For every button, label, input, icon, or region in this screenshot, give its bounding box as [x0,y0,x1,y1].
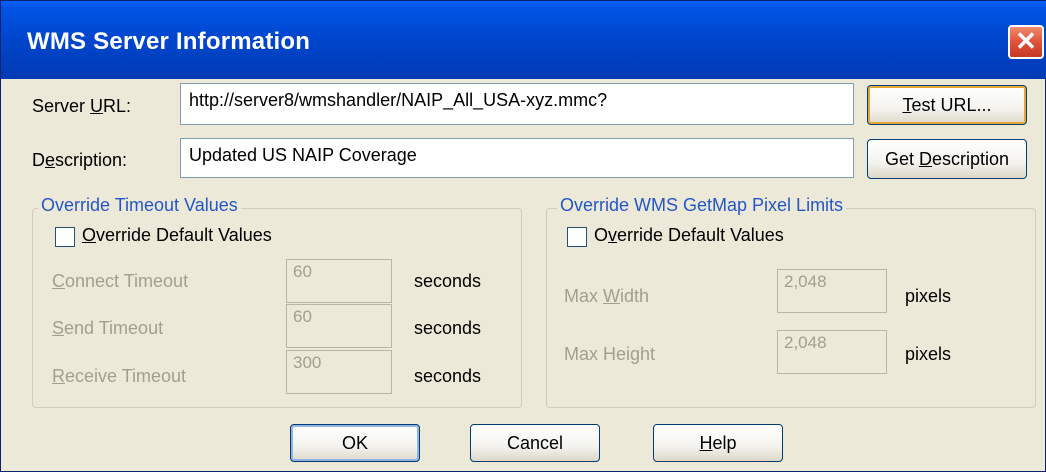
max-width-input[interactable]: 2,048 [777,269,887,313]
receive-timeout-label: Receive Timeout [52,366,186,387]
timeout-override-checkbox[interactable] [55,227,75,247]
max-width-pre: Max [564,286,604,306]
pixel-override-mnemonic: v [608,225,618,245]
get-description-post: escription [931,149,1010,169]
max-height-unit: pixels [905,344,952,364]
title-bar[interactable]: WMS Server Information ✕ [1,1,1046,79]
test-url-label: est URL... [911,95,992,115]
window-title: WMS Server Information [27,28,311,55]
description-label-mnemonic: e [45,150,56,170]
send-timeout-text: end Timeout [64,318,164,338]
get-description-pre: Get [884,149,919,169]
server-url-input[interactable]: http://server8/wmshandler/NAIP_All_USA-x… [180,83,854,125]
cancel-button[interactable]: Cancel [470,424,600,462]
max-width-mnemonic: W [603,286,621,306]
server-url-label: Server URL: [32,96,131,117]
receive-timeout-input[interactable]: 300 [286,350,392,394]
connect-timeout-unit: seconds [414,271,482,291]
send-timeout-mnemonic: S [52,318,65,338]
wms-server-dialog: WMS Server Information ✕ Server URL: htt… [0,0,1046,472]
description-input[interactable]: Updated US NAIP Coverage [180,138,854,178]
get-description-mnemonic: D [918,149,932,169]
description-label: Description: [32,150,127,171]
ok-button[interactable]: OK [290,424,420,462]
timeout-override-mnemonic: O [82,225,97,245]
server-url-label-post: RL: [103,96,132,116]
pixel-override-label[interactable]: Override Default Values [594,225,784,246]
timeout-override-label[interactable]: Override Default Values [82,225,272,246]
send-timeout-label: Send Timeout [52,318,163,339]
pixel-override-checkbox[interactable] [567,227,587,247]
timeout-group-title: Override Timeout Values [38,195,241,216]
test-url-button[interactable]: Test URL... [867,85,1027,125]
receive-timeout-mnemonic: R [52,366,65,386]
connect-timeout-input[interactable]: 60 [286,259,392,303]
pixel-override-pre: O [594,225,609,245]
receive-timeout-unit: seconds [414,366,482,386]
server-url-label-mnemonic: U [90,96,104,116]
connect-timeout-text: onnect Timeout [65,271,189,291]
close-icon[interactable]: ✕ [1008,25,1044,59]
help-label: elp [712,433,737,453]
max-width-text: idth [620,286,650,306]
max-height-label: Max Height [564,344,656,364]
server-url-label-pre: Server [32,96,91,116]
description-label-post: scription: [55,150,128,170]
connect-timeout-label: Connect Timeout [52,271,188,292]
max-height-input[interactable]: 2,048 [777,330,887,374]
receive-timeout-text: eceive Timeout [65,366,187,386]
connect-timeout-mnemonic: C [52,271,65,291]
send-timeout-unit: seconds [414,318,482,338]
pixel-limits-group-title: Override WMS GetMap Pixel Limits [557,195,847,216]
pixel-override-text: erride Default Values [617,225,784,245]
help-mnemonic: H [699,433,713,453]
max-width-unit: pixels [905,286,952,306]
get-description-button[interactable]: Get Description [867,139,1027,179]
timeout-override-text: verride Default Values [96,225,272,245]
help-button[interactable]: Help [653,424,783,462]
max-width-label: Max Width [564,286,649,307]
send-timeout-input[interactable]: 60 [286,304,392,348]
description-label-pre: D [32,150,45,170]
